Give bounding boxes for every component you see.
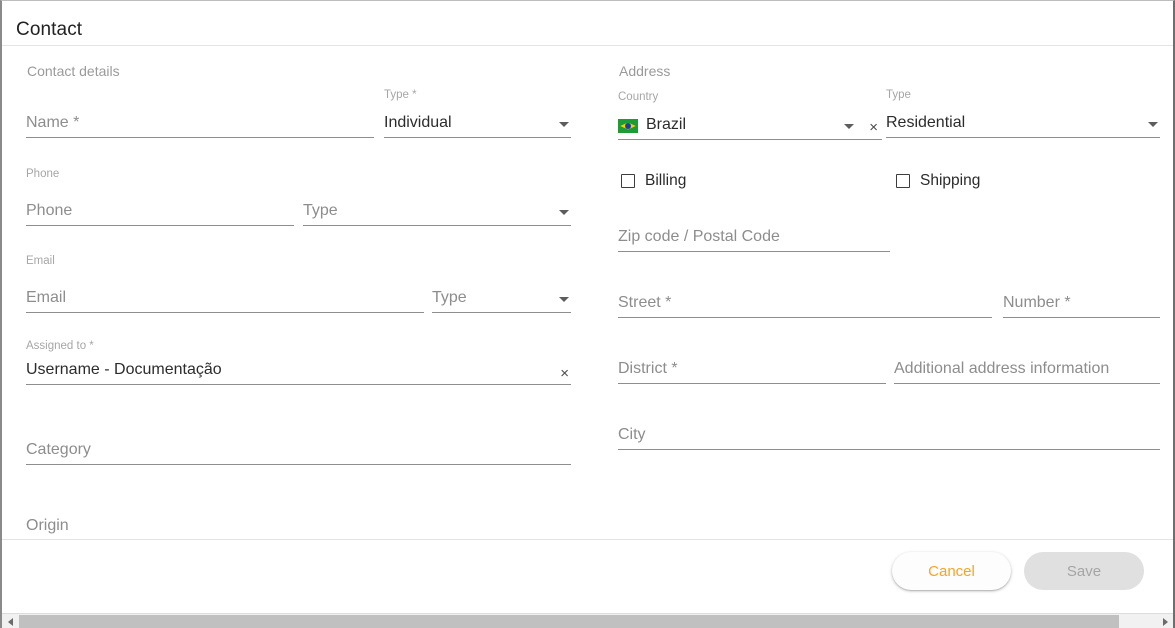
number-field[interactable]: Number * bbox=[1003, 286, 1160, 318]
country-value: Brazil bbox=[646, 116, 687, 133]
name-underline bbox=[26, 137, 374, 138]
person-type-underline bbox=[384, 137, 571, 138]
assigned-to-field[interactable]: Assigned to * Username - Documentação × bbox=[26, 340, 571, 385]
checkbox-icon[interactable] bbox=[896, 174, 910, 188]
street-input-placeholder: Street * bbox=[618, 294, 672, 311]
street-underline bbox=[618, 317, 992, 318]
city-input-placeholder: City bbox=[618, 426, 646, 443]
scrollbar-thumb[interactable] bbox=[19, 615, 1119, 628]
address-type-select[interactable]: Type Residential bbox=[886, 89, 1160, 138]
category-underline bbox=[26, 464, 571, 465]
email-group-label: Email bbox=[26, 255, 55, 267]
phone-type-placeholder: Type bbox=[303, 202, 338, 219]
scroll-left-arrow-icon[interactable] bbox=[3, 614, 17, 628]
person-type-value: Individual bbox=[384, 114, 452, 131]
city-underline bbox=[618, 449, 1160, 450]
country-select[interactable]: Country Brazil × bbox=[618, 91, 882, 140]
section-title-address: Address bbox=[619, 63, 671, 79]
additional-address-field[interactable]: Additional address information bbox=[894, 352, 1160, 384]
address-type-value: Residential bbox=[886, 114, 966, 131]
city-field[interactable]: City bbox=[618, 418, 1160, 450]
assigned-to-value: Username - Documentação bbox=[26, 361, 222, 378]
email-underline bbox=[26, 312, 424, 313]
phone-type-select[interactable]: Type bbox=[303, 194, 571, 226]
district-field[interactable]: District * bbox=[618, 352, 886, 384]
clear-icon[interactable]: × bbox=[560, 366, 569, 382]
zip-code-underline bbox=[618, 251, 890, 252]
category-input-placeholder: Category bbox=[26, 441, 91, 458]
chevron-down-icon[interactable] bbox=[844, 124, 854, 129]
email-field[interactable]: Email bbox=[26, 281, 424, 313]
number-underline bbox=[1003, 317, 1160, 318]
cancel-button[interactable]: Cancel bbox=[892, 552, 1011, 590]
phone-type-underline bbox=[303, 225, 571, 226]
form-body: Contact details Name * Type * Individual… bbox=[2, 46, 1173, 539]
section-title-contact-details: Contact details bbox=[27, 63, 120, 79]
name-input-placeholder: Name * bbox=[26, 114, 80, 131]
origin-field[interactable]: Origin bbox=[26, 509, 571, 539]
address-column: Address Country Brazil × Type Residentia… bbox=[618, 46, 1160, 539]
email-type-underline bbox=[432, 312, 571, 313]
email-type-select[interactable]: Type bbox=[432, 281, 571, 313]
email-type-placeholder: Type bbox=[432, 289, 467, 306]
country-underline bbox=[618, 139, 882, 140]
shipping-checkbox[interactable]: Shipping bbox=[896, 172, 980, 190]
phone-field[interactable]: Phone bbox=[26, 194, 294, 226]
origin-input-placeholder: Origin bbox=[26, 517, 69, 534]
chevron-down-icon[interactable] bbox=[559, 210, 569, 215]
scroll-right-arrow-icon[interactable] bbox=[1158, 614, 1172, 628]
clear-icon[interactable]: × bbox=[869, 120, 878, 136]
person-type-select[interactable]: Type * Individual bbox=[384, 89, 571, 138]
street-field[interactable]: Street * bbox=[618, 286, 992, 318]
address-type-label: Type bbox=[886, 89, 911, 101]
assigned-to-underline bbox=[26, 384, 571, 385]
phone-underline bbox=[26, 225, 294, 226]
email-input-placeholder: Email bbox=[26, 289, 67, 306]
save-button[interactable]: Save bbox=[1024, 552, 1144, 590]
billing-checkbox[interactable]: Billing bbox=[621, 172, 686, 190]
shipping-checkbox-label: Shipping bbox=[920, 172, 981, 189]
dialog-footer: Cancel Save bbox=[2, 539, 1173, 613]
additional-address-underline bbox=[894, 383, 1160, 384]
page-title: Contact bbox=[16, 19, 83, 40]
horizontal-scrollbar[interactable] bbox=[2, 613, 1173, 628]
chevron-down-icon[interactable] bbox=[559, 122, 569, 127]
brazil-flag-icon bbox=[618, 119, 638, 133]
zip-code-input-placeholder: Zip code / Postal Code bbox=[618, 228, 780, 245]
chevron-down-icon[interactable] bbox=[559, 297, 569, 302]
person-type-label: Type * bbox=[384, 89, 417, 101]
additional-address-input-placeholder: Additional address information bbox=[894, 360, 1110, 377]
zip-code-field[interactable]: Zip code / Postal Code bbox=[618, 220, 890, 252]
contact-dialog: Contact Contact details Name * Type * In… bbox=[0, 0, 1175, 628]
dialog-header: Contact bbox=[2, 1, 1173, 46]
phone-group-label: Phone bbox=[26, 168, 60, 180]
district-input-placeholder: District * bbox=[618, 360, 678, 377]
country-label: Country bbox=[618, 91, 659, 103]
address-type-underline bbox=[886, 137, 1160, 138]
billing-checkbox-label: Billing bbox=[645, 172, 687, 189]
assigned-to-label: Assigned to * bbox=[26, 340, 94, 352]
number-input-placeholder: Number * bbox=[1003, 294, 1071, 311]
chevron-down-icon[interactable] bbox=[1148, 122, 1158, 127]
checkbox-icon[interactable] bbox=[621, 174, 635, 188]
category-field[interactable]: Category bbox=[26, 433, 571, 465]
district-underline bbox=[618, 383, 886, 384]
phone-input-placeholder: Phone bbox=[26, 202, 73, 219]
contact-details-column: Contact details Name * Type * Individual… bbox=[26, 46, 571, 539]
name-field[interactable]: Name * bbox=[26, 106, 374, 138]
